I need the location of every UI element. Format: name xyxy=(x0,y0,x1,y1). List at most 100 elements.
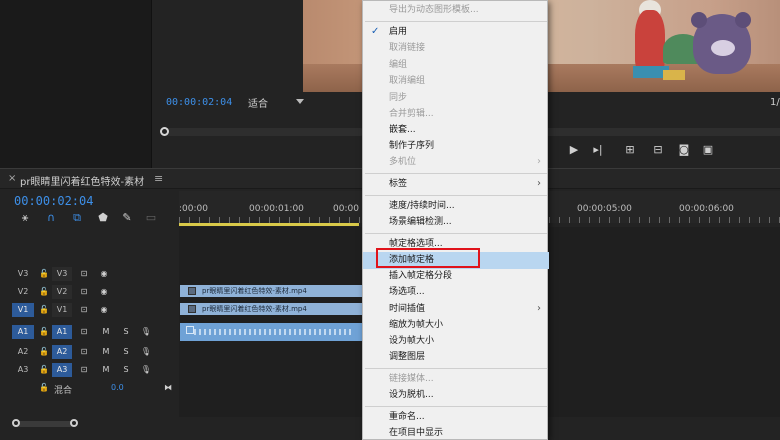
lock-icon[interactable]: 🔓 xyxy=(38,345,50,359)
menu-item-rename[interactable]: 重命名... xyxy=(363,409,549,426)
step-forward-icon[interactable]: ▸| xyxy=(590,143,606,157)
insert-nest-icon[interactable]: ⚹ xyxy=(18,211,32,225)
sync-lock-icon[interactable]: ⊡ xyxy=(78,363,90,377)
mute-button[interactable]: M xyxy=(100,325,112,339)
menu-item-make-subsequence[interactable]: 制作子序列 xyxy=(363,138,549,155)
menu-item-label: 编组 xyxy=(389,60,408,70)
menu-item-synchronize[interactable]: 同步 xyxy=(363,90,549,107)
eye-icon[interactable]: ◉ xyxy=(98,285,110,299)
solo-button[interactable]: S xyxy=(120,325,132,339)
track-target-a2[interactable]: A2 xyxy=(52,345,72,359)
captions-icon[interactable]: ▭ xyxy=(144,211,158,225)
track-header-a3: A3 🔓 A3 ⊡ M S 🎙 xyxy=(0,361,179,379)
sync-lock-icon[interactable]: ⊡ xyxy=(78,285,90,299)
scrubber-handle[interactable] xyxy=(160,127,169,136)
track-target-a1[interactable]: A1 xyxy=(52,325,72,339)
source-patch-a1[interactable]: A1 xyxy=(12,325,34,339)
sync-lock-icon[interactable]: ⊡ xyxy=(78,325,90,339)
compare-view-icon[interactable]: ▣ xyxy=(700,143,716,157)
menu-item-time-interpolation[interactable]: 时间插值 › xyxy=(363,301,549,318)
mute-button[interactable]: M xyxy=(100,345,112,359)
sync-lock-icon[interactable]: ⊡ xyxy=(78,303,90,317)
menu-item-speed-duration[interactable]: 速度/持续时间... xyxy=(363,198,549,215)
track-target-v1[interactable]: V1 xyxy=(52,303,72,317)
panel-menu-icon[interactable]: ≡ xyxy=(154,172,163,185)
menu-item-scene-edit-detection[interactable]: 场景编辑检测... xyxy=(363,214,549,231)
timeline-timecode[interactable]: 00:00:02:04 xyxy=(14,194,93,208)
menu-item-merge-clips[interactable]: 合并剪辑... xyxy=(363,106,549,123)
menu-item-reveal-in-project[interactable]: 在项目中显示 xyxy=(363,425,549,440)
menu-item-link-media[interactable]: 链接媒体... xyxy=(363,371,549,388)
source-patch-v2[interactable]: V2 xyxy=(12,285,34,299)
track-target-v2[interactable]: V2 xyxy=(52,285,72,299)
source-patch-v3[interactable]: V3 xyxy=(12,267,34,281)
add-marker-icon[interactable]: ⬟ xyxy=(96,211,110,225)
menu-item-field-options[interactable]: 场选项... xyxy=(363,284,549,301)
menu-item-adjustment-layer[interactable]: 调整图层 xyxy=(363,349,549,366)
menu-item-label: 合并剪辑... xyxy=(389,109,434,119)
menu-item-export-mogrt[interactable]: 导出为动态图形模板... xyxy=(363,2,549,19)
source-patch-v1[interactable]: V1 xyxy=(12,303,34,317)
menu-item-label-color[interactable]: 标签 › xyxy=(363,176,549,193)
menu-item-multi-camera[interactable]: 多机位 › xyxy=(363,154,549,171)
lock-icon[interactable]: 🔓 xyxy=(38,363,50,377)
mix-value[interactable]: 0.0 xyxy=(111,383,124,392)
clip-v2[interactable]: pr眼睛里闪着红色特效-素材.mp4 xyxy=(180,285,362,297)
clip-a1[interactable] xyxy=(180,323,362,341)
export-frame-icon[interactable]: ◙ xyxy=(676,143,692,157)
menu-item-nest[interactable]: 嵌套... xyxy=(363,122,549,139)
source-patch-a2[interactable]: A2 xyxy=(12,345,34,359)
lock-icon[interactable]: 🔓 xyxy=(38,303,50,317)
chevron-down-icon xyxy=(296,99,304,104)
source-patch-a3[interactable]: A3 xyxy=(12,363,34,377)
scrollbar-handle-left[interactable] xyxy=(12,419,20,427)
timeline-zoom-scrollbar[interactable] xyxy=(14,421,74,427)
go-to-end-icon[interactable]: ⧓ xyxy=(162,381,174,395)
menu-item-make-offline[interactable]: 设为脱机... xyxy=(363,387,549,404)
scrollbar-handle-right[interactable] xyxy=(70,419,78,427)
microphone-icon[interactable]: 🎙 xyxy=(140,325,152,339)
close-icon[interactable]: × xyxy=(8,173,16,184)
lock-icon[interactable]: 🔓 xyxy=(38,285,50,299)
lock-icon[interactable]: 🔓 xyxy=(38,381,50,395)
scene-character xyxy=(635,10,665,72)
eye-icon[interactable]: ◉ xyxy=(98,303,110,317)
menu-item-ungroup[interactable]: 取消编组 xyxy=(363,73,549,90)
work-area-bar[interactable] xyxy=(179,223,359,226)
extract-icon[interactable]: ⊟ xyxy=(650,143,666,157)
menu-item-label: 同步 xyxy=(389,93,408,103)
eye-icon[interactable]: ◉ xyxy=(98,267,110,281)
menu-item-set-to-frame-size[interactable]: 设为帧大小 xyxy=(363,333,549,350)
solo-button[interactable]: S xyxy=(120,363,132,377)
microphone-icon[interactable]: 🎙 xyxy=(140,345,152,359)
sync-lock-icon[interactable]: ⊡ xyxy=(78,267,90,281)
resolution-label[interactable]: 1/ xyxy=(770,97,780,108)
microphone-icon[interactable]: 🎙 xyxy=(140,363,152,377)
menu-item-scale-to-frame-size[interactable]: 缩放为帧大小 xyxy=(363,317,549,334)
mute-button[interactable]: M xyxy=(100,363,112,377)
menu-item-enable[interactable]: ✓ 启用 xyxy=(363,24,549,41)
playhead-scrubber[interactable] xyxy=(164,128,364,136)
menu-item-group[interactable]: 编组 xyxy=(363,57,549,74)
play-icon[interactable]: ▶ xyxy=(566,143,582,157)
lock-icon[interactable]: 🔓 xyxy=(38,325,50,339)
lift-icon[interactable]: ⊞ xyxy=(622,143,638,157)
sequence-title[interactable]: pr眼睛里闪着红色特效-素材 xyxy=(20,173,144,188)
playhead-scrubber-right[interactable] xyxy=(548,128,780,136)
track-target-v3[interactable]: V3 xyxy=(52,267,72,281)
lock-icon[interactable]: 🔓 xyxy=(38,267,50,281)
track-header-a2: A2 🔓 A2 ⊡ M S 🎙 xyxy=(0,343,179,361)
menu-item-unlink[interactable]: 取消链接 xyxy=(363,40,549,57)
clip-v1[interactable]: pr眼睛里闪着红色特效-素材.mp4 xyxy=(180,303,362,315)
wrench-icon[interactable]: ✎ xyxy=(120,211,134,225)
solo-button[interactable]: S xyxy=(120,345,132,359)
menu-item-label: 设为帧大小 xyxy=(389,336,435,346)
sync-lock-icon[interactable]: ⊡ xyxy=(78,345,90,359)
fx-badge-icon xyxy=(188,287,196,295)
track-target-a3[interactable]: A3 xyxy=(52,363,72,377)
snap-magnet-icon[interactable]: ∩ xyxy=(44,211,58,225)
program-timecode[interactable]: 00:00:02:04 xyxy=(166,97,232,108)
fit-dropdown[interactable]: 适合 xyxy=(248,95,306,110)
menu-item-insert-frame-hold-segment[interactable]: 插入帧定格分段 xyxy=(363,268,549,285)
linked-selection-icon[interactable]: ⧉ xyxy=(70,211,84,225)
